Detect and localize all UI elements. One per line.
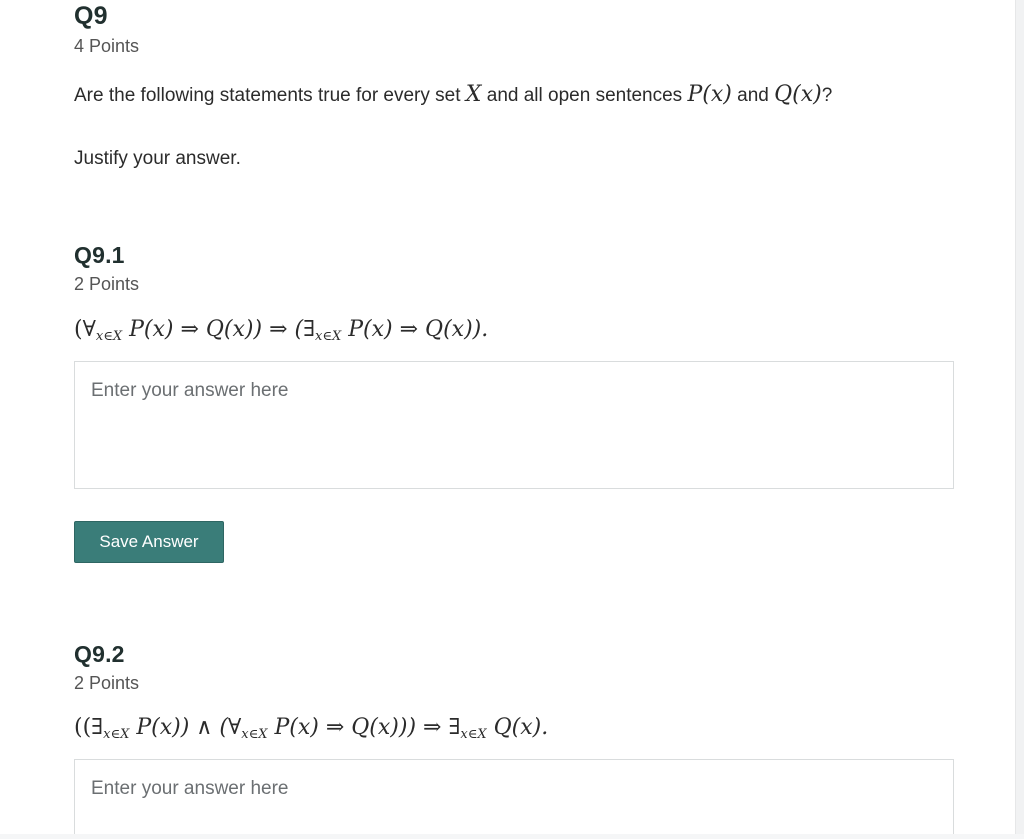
formula-part: (∀	[74, 317, 96, 342]
formula-part: ((∃	[74, 715, 104, 740]
prompt-p-symbol: P(x)	[687, 82, 732, 107]
formula-part: Q(x).	[493, 715, 549, 740]
subquestion-title: Q9.1	[74, 242, 125, 268]
prompt-text-3: and	[737, 85, 769, 106]
subquestion-title: Q9.2	[74, 641, 125, 667]
formula-part: P(x) ⇒ Q(x))) ⇒ ∃	[274, 715, 461, 740]
answer-input[interactable]	[75, 760, 953, 834]
answer-input[interactable]	[75, 362, 953, 488]
formula-subscript: x∈X	[95, 329, 123, 344]
formula-subscript: x∈X	[460, 727, 487, 742]
subquestion-points: 2 Points	[74, 673, 140, 693]
prompt-text-end: ?	[821, 85, 833, 106]
formula-subscript: x∈X	[241, 727, 268, 742]
subquestion-points: 2 Points	[74, 274, 140, 294]
question-page: Q9 4 Points Are the following statements…	[0, 0, 1016, 834]
question-prompt: Are the following statements true for ev…	[74, 82, 832, 107]
prompt-text-1: Are the following statements true for ev…	[74, 85, 461, 106]
subquestion-formula: ((∃x∈X P(x)) ∧ (∀x∈X P(x) ⇒ Q(x))) ⇒ ∃x∈…	[74, 715, 548, 742]
scrollbar-track[interactable]	[1015, 0, 1024, 834]
formula-part: P(x)) ∧ (∀	[136, 715, 242, 740]
formula-subscript: x∈X	[315, 329, 342, 344]
prompt-set-symbol: X	[465, 82, 482, 107]
prompt-text-2: and all open sentences	[486, 85, 683, 106]
subquestion-formula: (∀x∈X P(x) ⇒ Q(x)) ⇒ (∃x∈X P(x) ⇒ Q(x)).	[74, 317, 488, 344]
answer-box	[74, 361, 954, 489]
formula-part: P(x) ⇒ Q(x)).	[348, 317, 489, 342]
prompt-q-symbol: Q(x)	[774, 82, 822, 107]
answer-box	[74, 759, 954, 834]
question-title: Q9	[74, 2, 108, 30]
question-points: 4 Points	[74, 36, 140, 56]
formula-subscript: x∈X	[103, 727, 130, 742]
formula-part: P(x) ⇒ Q(x)) ⇒ (∃	[129, 317, 316, 342]
save-answer-button[interactable]: Save Answer	[74, 521, 224, 563]
justify-text: Justify your answer.	[74, 148, 241, 169]
